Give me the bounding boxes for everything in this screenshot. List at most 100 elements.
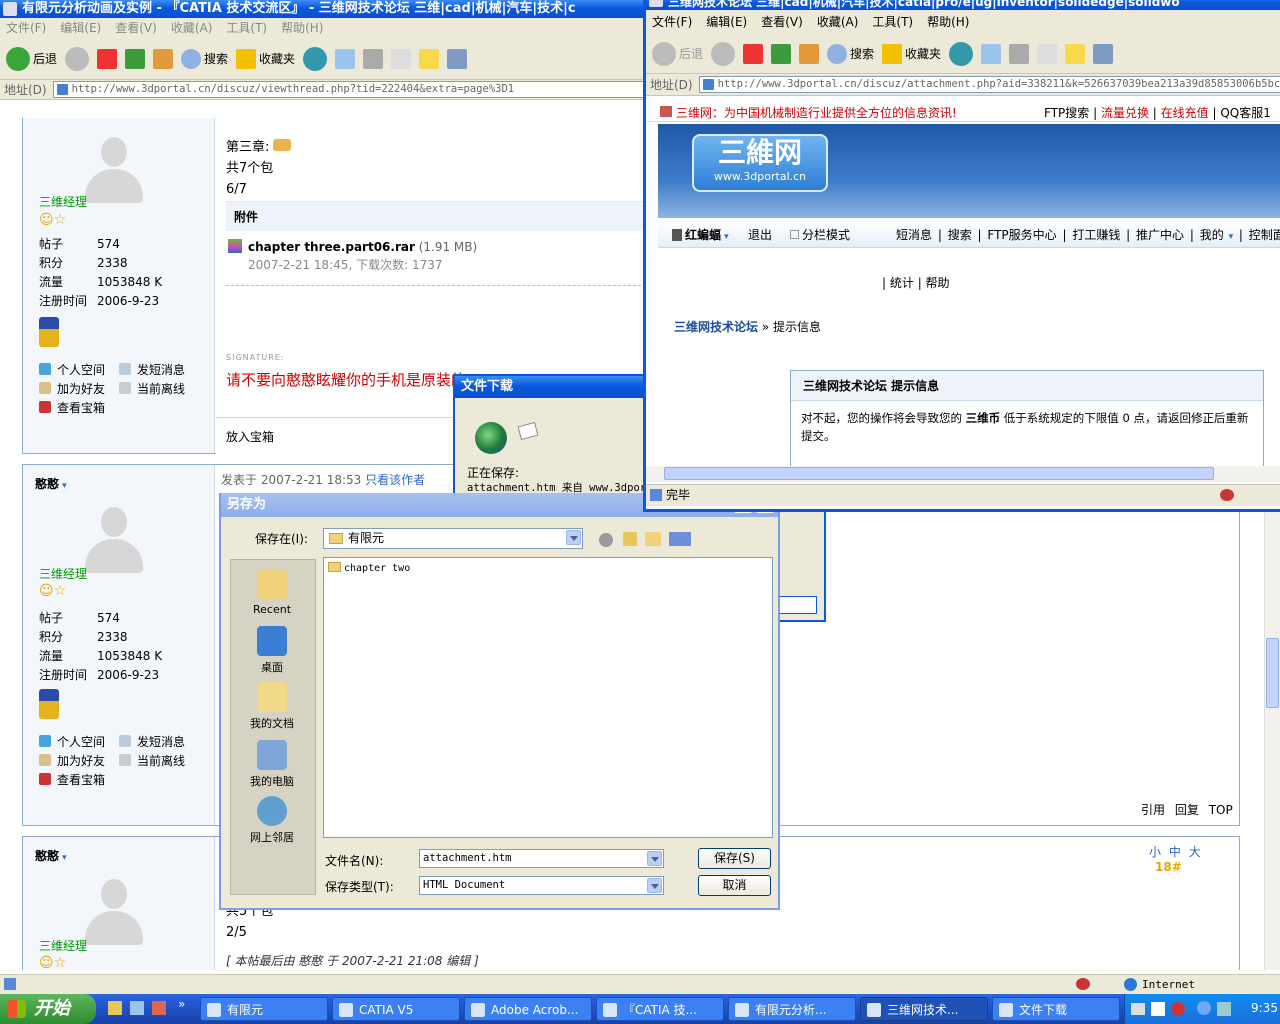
treasure-link[interactable]: 查看宝箱 [39, 401, 105, 415]
back-button[interactable]: 后退 [652, 41, 703, 66]
pm-link[interactable]: 发短消息 [119, 735, 185, 749]
site-logo[interactable]: 三維网 www.3dportal.cn [692, 134, 828, 192]
quick-launch-icon[interactable] [130, 1001, 144, 1015]
scroll-thumb[interactable] [1266, 638, 1279, 708]
type-select[interactable]: HTML Document [419, 876, 664, 895]
mail-icon[interactable] [335, 48, 356, 69]
task-button[interactable]: 文件下载 [992, 997, 1120, 1021]
menu-favorites[interactable]: 收藏(A) [171, 21, 213, 35]
back-folder-icon[interactable] [599, 533, 613, 547]
chevron-down-icon[interactable] [647, 878, 662, 893]
filename-input[interactable]: attachment.htm [419, 849, 664, 868]
nav-stats[interactable]: 统计 [890, 276, 914, 290]
download-field[interactable] [777, 596, 817, 614]
only-author-link[interactable]: 只看该作者 [365, 473, 425, 487]
task-button[interactable]: CATIA V5 [332, 997, 460, 1021]
place-my-computer[interactable]: 我的电脑 [239, 740, 305, 789]
flow-exchange-link[interactable]: 流量兑换 [1101, 106, 1149, 120]
font-medium[interactable]: 中 [1169, 845, 1181, 859]
author-name[interactable]: 憨憨 ▾ [35, 475, 67, 492]
nav-pm[interactable]: 短消息 [896, 228, 932, 242]
new-folder-icon[interactable] [645, 532, 661, 546]
address-input[interactable]: http://www.3dportal.cn/discuz/attachment… [698, 76, 1280, 93]
addfriend-link[interactable]: 加为好友 [39, 380, 119, 399]
back-button[interactable]: 后退 [6, 46, 57, 71]
history-icon[interactable] [949, 41, 974, 66]
edit-icon[interactable] [1037, 43, 1058, 64]
reply-link[interactable]: 回复 [1175, 803, 1199, 817]
nav-column-mode[interactable]: 分栏模式 [790, 222, 850, 248]
quote-link[interactable]: 引用 [1141, 803, 1165, 817]
clock[interactable]: 9:35 [1251, 1001, 1278, 1015]
home-icon[interactable] [799, 43, 820, 64]
space-link[interactable]: 个人空间 [39, 733, 119, 752]
checkbox[interactable] [790, 230, 799, 239]
task-button[interactable]: 『CATIA 技... [596, 997, 724, 1021]
file-list[interactable]: chapter two [323, 557, 773, 838]
task-button[interactable]: 有限元分析... [728, 997, 856, 1021]
keyboard-icon[interactable] [1131, 1003, 1145, 1015]
author-name[interactable]: 憨憨 ▾ [35, 847, 67, 864]
address-input[interactable]: http://www.3dportal.cn/discuz/viewthread… [52, 81, 645, 98]
nav-control[interactable]: 控制面 [1249, 228, 1280, 242]
tray-chevron-icon[interactable] [1197, 1001, 1211, 1015]
tray-icon[interactable] [1171, 1002, 1185, 1016]
refresh-icon[interactable] [771, 43, 792, 64]
refresh-icon[interactable] [125, 48, 146, 69]
place-desktop[interactable]: 桌面 [239, 626, 305, 675]
stop-icon[interactable] [743, 43, 764, 64]
task-button[interactable]: 三维网技术... [860, 997, 988, 1021]
research-icon[interactable] [447, 48, 468, 69]
horizontal-scrollbar[interactable] [646, 466, 1280, 482]
quick-launch-icon[interactable] [152, 1001, 166, 1015]
home-icon[interactable] [153, 48, 174, 69]
stop-icon[interactable] [97, 48, 118, 69]
h-scroll-thumb[interactable] [664, 467, 1214, 480]
nav-help[interactable]: 帮助 [926, 276, 950, 290]
search-button[interactable]: 搜索 [181, 48, 228, 69]
space-link[interactable]: 个人空间 [39, 361, 119, 380]
menu-tools[interactable]: 工具(T) [872, 15, 913, 29]
addfriend-link[interactable]: 加为好友 [39, 752, 119, 771]
chevron-down-icon[interactable] [647, 851, 662, 866]
treasure-link[interactable]: 查看宝箱 [39, 773, 105, 787]
nav-mine[interactable]: 我的 [1200, 228, 1224, 242]
quick-launch-chevron-icon[interactable]: » [178, 997, 185, 1011]
forward-button[interactable] [65, 46, 90, 71]
nav-logout[interactable]: 退出 [748, 222, 772, 248]
recharge-link[interactable]: 在线充值 [1161, 106, 1209, 120]
cancel-button[interactable]: 取消 [698, 875, 771, 896]
nav-ftp[interactable]: FTP服务中心 [987, 228, 1056, 242]
menu-tools[interactable]: 工具(T) [226, 21, 267, 35]
menu-file[interactable]: 文件(F) [652, 15, 692, 29]
note-icon[interactable] [419, 48, 440, 69]
place-network[interactable]: 网上邻居 [239, 796, 305, 845]
menu-file[interactable]: 文件(F) [6, 21, 46, 35]
pm-link[interactable]: 发短消息 [119, 363, 185, 377]
save-in-select[interactable]: 有限元 [323, 528, 583, 549]
quick-launch-icon[interactable] [108, 1001, 122, 1015]
up-folder-icon[interactable] [623, 532, 637, 546]
popup-blocked-icon[interactable] [1076, 978, 1090, 990]
view-menu-icon[interactable] [669, 532, 691, 546]
forward-button[interactable] [711, 41, 736, 66]
attachment-file-link[interactable]: chapter three.part06.rar [248, 240, 415, 254]
nav-earn[interactable]: 打工赚钱 [1072, 228, 1120, 242]
breadcrumb-home[interactable]: 三维网技术论坛 [674, 320, 758, 334]
avatar[interactable] [83, 871, 143, 951]
qq-service-link[interactable]: QQ客服1 [1220, 106, 1271, 120]
favorites-button[interactable]: 收藏夹 [236, 48, 295, 69]
start-button[interactable]: 开始 [0, 994, 96, 1024]
history-icon[interactable] [303, 46, 328, 71]
chevron-down-icon[interactable] [566, 530, 581, 545]
task-button[interactable]: Adobe Acrob... [464, 997, 592, 1021]
top-link[interactable]: TOP [1209, 803, 1233, 817]
file-item[interactable]: chapter two [328, 562, 410, 574]
avatar[interactable] [83, 499, 143, 579]
edit-icon[interactable] [391, 48, 412, 69]
nav-user[interactable]: 红蝙蝠 ▾ [672, 222, 729, 250]
menu-help[interactable]: 帮助(H) [281, 21, 323, 35]
note-icon[interactable] [1065, 43, 1086, 64]
menu-favorites[interactable]: 收藏(A) [817, 15, 859, 29]
avatar[interactable] [83, 129, 143, 209]
